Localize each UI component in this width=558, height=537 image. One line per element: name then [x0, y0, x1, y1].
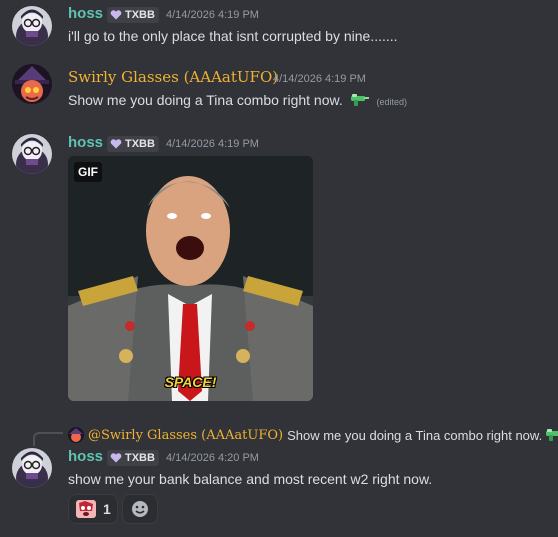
guild-tag[interactable]: TXBB [107, 450, 159, 466]
author-name[interactable]: hoss [68, 448, 103, 465]
reaction-count: 1 [103, 501, 111, 517]
gif-badge: GIF [74, 162, 102, 182]
guild-tag[interactable]: TXBB [107, 7, 159, 23]
heart-icon [110, 10, 122, 20]
edited-label[interactable]: (edited) [377, 97, 408, 107]
author-name[interactable]: Swirly Glasses (AAAatUFO) [68, 68, 278, 86]
gif-embed[interactable]: GIF SPACE! [68, 156, 313, 401]
water-gun-icon [350, 94, 369, 106]
reply-connector [33, 432, 63, 446]
message-content: show me your bank balance and most recen… [68, 471, 433, 487]
heart-icon [110, 139, 122, 149]
author-name[interactable]: hoss [68, 134, 103, 151]
avatar-hoss[interactable] [12, 134, 52, 174]
reply-text: Show me you doing a Tina combo right now… [287, 427, 543, 443]
author-name[interactable]: hoss [68, 5, 103, 22]
message-content: Show me you doing a Tina combo right now… [68, 92, 408, 108]
reply-reference[interactable]: @Swirly Glasses (AAAatUFO) Show me you d… [68, 426, 558, 444]
message-timestamp[interactable]: 4/14/2026 4:19 PM [166, 138, 259, 150]
message-timestamp[interactable]: 4/14/2026 4:19 PM [166, 9, 259, 21]
avatar-hoss[interactable] [12, 448, 52, 488]
message-timestamp[interactable]: 4/14/2026 4:20 PM [166, 452, 259, 464]
panicked-face-emoji-icon [76, 500, 96, 518]
chat-message-list: hoss TXBB 4/14/2026 4:19 PM i'll go to t… [0, 0, 558, 537]
avatar-hoss[interactable] [12, 6, 52, 46]
add-reaction-icon [131, 501, 148, 517]
reaction-bar: 1 [68, 494, 158, 524]
message-timestamp[interactable]: 4/14/2026 4:19 PM [273, 73, 366, 85]
gif-image [68, 156, 313, 401]
avatar-swirly-glasses[interactable] [12, 64, 52, 104]
reaction-button[interactable]: 1 [68, 494, 118, 524]
add-reaction-button[interactable] [121, 494, 158, 524]
heart-icon [110, 453, 122, 463]
message-content: i'll go to the only place that isnt corr… [68, 28, 398, 44]
guild-tag[interactable]: TXBB [107, 136, 159, 152]
water-gun-icon [546, 429, 558, 441]
reply-author[interactable]: @Swirly Glasses (AAAatUFO) [88, 428, 283, 443]
gif-caption: SPACE! [164, 374, 217, 390]
reply-avatar [68, 427, 84, 443]
